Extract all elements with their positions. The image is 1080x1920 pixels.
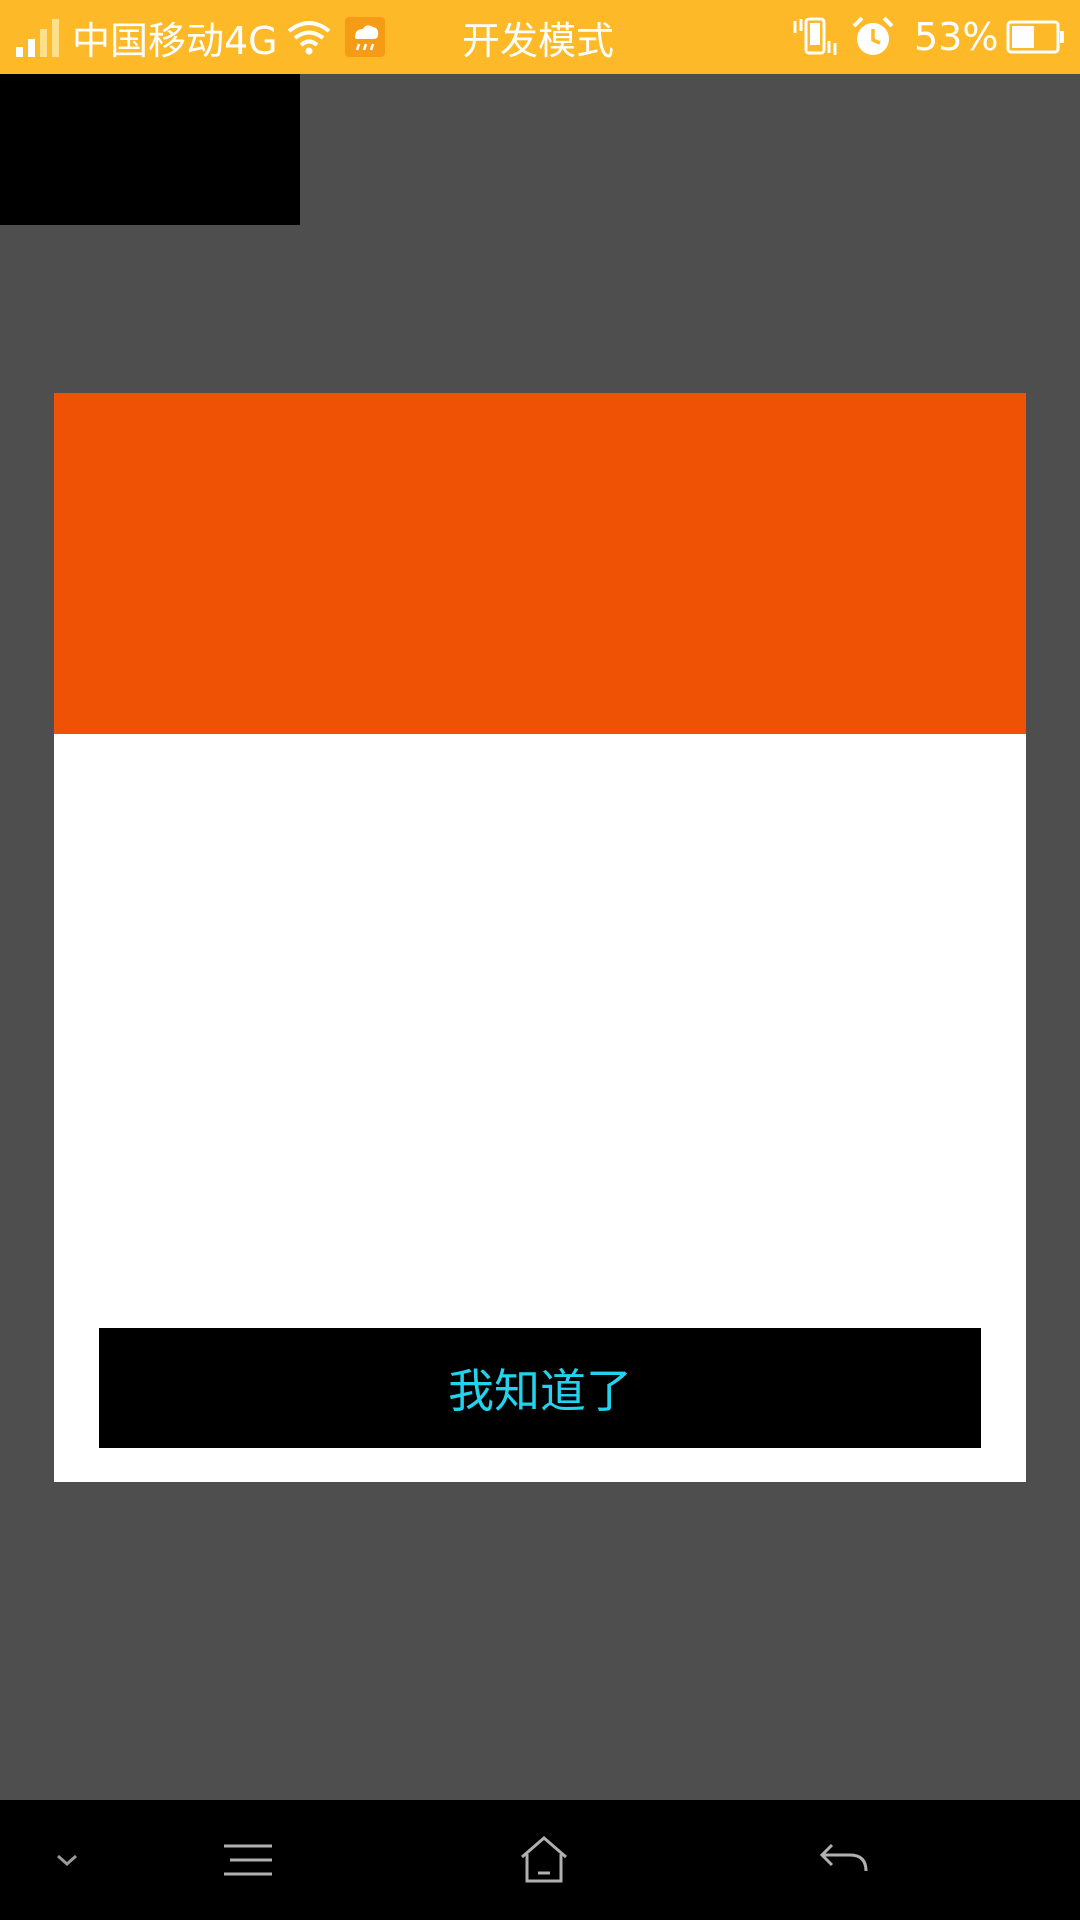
wifi-icon — [287, 0, 331, 74]
overlay-block — [0, 74, 300, 225]
dialog-header — [54, 393, 1026, 734]
screen: 中国移动4G 开发模式 53% 我知道了 — [0, 0, 1080, 1920]
back-icon[interactable] — [800, 1800, 888, 1920]
status-bar: 中国移动4G 开发模式 53% — [0, 0, 1080, 74]
home-icon[interactable] — [500, 1800, 588, 1920]
confirm-button[interactable]: 我知道了 — [99, 1328, 981, 1448]
alarm-icon — [852, 0, 894, 74]
navigation-bar — [0, 1800, 1080, 1920]
battery-icon — [1006, 0, 1064, 74]
battery-percent: 53% — [914, 15, 999, 59]
dialog-body — [54, 734, 1026, 1274]
dialog: 我知道了 — [54, 393, 1026, 1482]
battery-fill — [1012, 26, 1034, 48]
weather-rain-icon — [345, 0, 385, 74]
vibrate-icon — [792, 0, 838, 74]
menu-icon[interactable] — [206, 1800, 290, 1920]
signal-icon — [16, 0, 62, 74]
carrier-label: 中国移动4G — [72, 18, 278, 63]
chevron-down-icon[interactable] — [40, 1800, 94, 1920]
mode-label: 开发模式 — [462, 18, 615, 63]
